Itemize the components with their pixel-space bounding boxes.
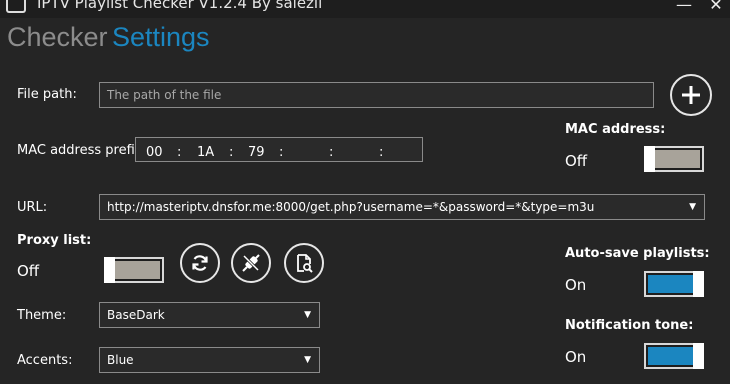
proxy-list-toggle[interactable]	[104, 257, 164, 283]
theme-value: BaseDark	[107, 308, 165, 322]
notification-tone-label: Notification tone:	[565, 318, 694, 333]
mac-segment-1[interactable]: 00	[146, 141, 163, 161]
file-path-input[interactable]: The path of the file	[99, 82, 654, 108]
chevron-down-icon: ▼	[304, 355, 311, 365]
tv-icon	[6, 0, 26, 13]
notification-tone-state: On	[565, 348, 587, 366]
chevron-down-icon: ▼	[689, 202, 696, 212]
plus-icon	[682, 86, 700, 104]
minimize-button[interactable]: —	[672, 0, 696, 14]
disconnect-proxies-button[interactable]	[231, 243, 271, 283]
unplug-icon	[242, 254, 260, 272]
mac-prefix-input[interactable]: 00 : 1A : 79 : : :	[135, 137, 423, 162]
close-button[interactable]: ✕	[704, 0, 728, 14]
toggle-thumb	[104, 257, 115, 283]
refresh-icon	[192, 255, 208, 271]
accents-value: Blue	[107, 353, 134, 367]
mac-separator: :	[329, 145, 334, 160]
mac-address-toggle[interactable]	[644, 146, 704, 172]
mac-segment-2[interactable]: 1A	[197, 141, 214, 161]
tab-settings[interactable]: Settings	[112, 22, 210, 53]
tab-checker[interactable]: Checker	[7, 22, 108, 53]
load-proxy-file-button[interactable]	[284, 243, 324, 283]
url-label: URL:	[17, 200, 48, 215]
proxy-list-label: Proxy list:	[17, 233, 92, 248]
theme-select[interactable]: BaseDark ▼	[99, 302, 320, 328]
auto-save-state: On	[565, 276, 587, 294]
url-value: http://masteriptv.dnsfor.me:8000/get.php…	[107, 200, 595, 214]
mac-separator: :	[279, 145, 284, 160]
mac-separator: :	[229, 145, 234, 160]
notification-tone-toggle[interactable]	[644, 343, 704, 369]
mac-separator: :	[379, 145, 384, 160]
accents-label: Accents:	[17, 353, 73, 368]
chevron-down-icon: ▼	[304, 310, 311, 320]
theme-label: Theme:	[17, 308, 67, 323]
file-path-label: File path:	[17, 87, 77, 102]
mac-prefix-label: MAC address prefix:	[17, 143, 147, 158]
auto-save-label: Auto-save playlists:	[565, 246, 710, 261]
toggle-track	[108, 261, 160, 279]
file-search-icon	[297, 254, 313, 273]
mac-segment-3[interactable]: 79	[248, 141, 265, 161]
add-file-button[interactable]	[670, 74, 712, 116]
title-bar: IPTV Playlist Checker V1.2.4 By salezil …	[0, 0, 730, 18]
url-combobox[interactable]: http://masteriptv.dnsfor.me:8000/get.php…	[99, 194, 705, 220]
proxy-list-state: Off	[17, 262, 40, 280]
auto-save-toggle[interactable]	[644, 271, 704, 297]
toggle-thumb	[644, 146, 655, 172]
mac-address-label: MAC address:	[565, 122, 666, 137]
mac-separator: :	[177, 145, 182, 160]
toggle-thumb	[693, 271, 704, 297]
refresh-proxies-button[interactable]	[180, 243, 220, 283]
accents-select[interactable]: Blue ▼	[99, 347, 320, 373]
window-title: IPTV Playlist Checker V1.2.4 By salezil	[37, 0, 323, 12]
toggle-thumb	[693, 343, 704, 369]
toggle-track	[648, 150, 700, 168]
mac-address-state: Off	[565, 152, 588, 170]
